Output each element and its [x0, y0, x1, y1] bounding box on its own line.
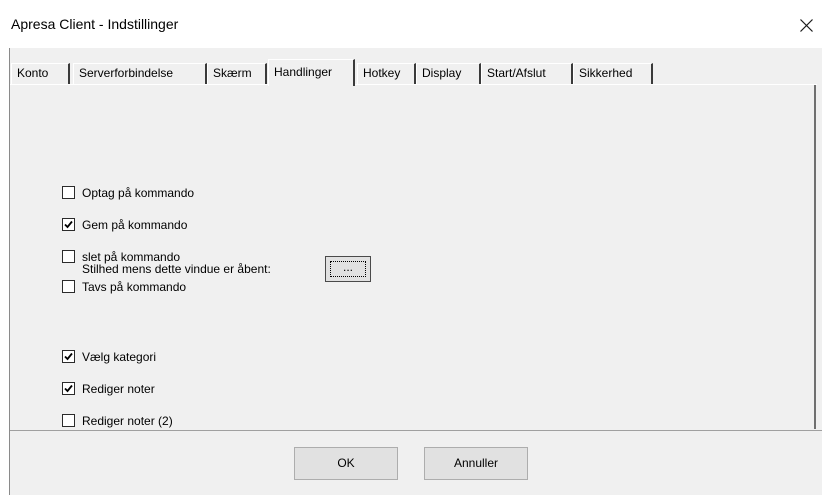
- checkbox[interactable]: [62, 250, 75, 263]
- handlinger-panel: Optag på kommando Gem på kommando slet p…: [10, 85, 816, 429]
- close-button[interactable]: [792, 10, 822, 40]
- silence-label: Stilhed mens dette vindue er åbent:: [82, 262, 271, 276]
- window-title: Apresa Client - Indstillinger: [11, 16, 179, 32]
- option-label: Rediger noter (2): [82, 414, 173, 428]
- tab-skaerm[interactable]: Skærm: [207, 63, 267, 84]
- tab-strip: Konto Serverforbindelse Skærm Handlinger…: [10, 59, 822, 86]
- focus-rectangle: [330, 261, 366, 277]
- ok-button[interactable]: OK: [294, 447, 398, 480]
- silence-browse-button[interactable]: ...: [325, 256, 371, 282]
- checkbox[interactable]: [62, 186, 75, 199]
- tab-sikkerhed[interactable]: Sikkerhed: [573, 63, 653, 84]
- tab-handlinger[interactable]: Handlinger: [268, 59, 355, 86]
- checkbox[interactable]: [62, 218, 75, 231]
- checkmark-icon: [64, 384, 73, 393]
- option-label: Rediger noter: [82, 382, 155, 396]
- title-bar: Apresa Client - Indstillinger: [0, 0, 822, 48]
- close-icon: [800, 19, 813, 32]
- settings-window: Apresa Client - Indstillinger Konto Serv…: [0, 0, 822, 495]
- option-label: Tavs på kommando: [82, 280, 187, 294]
- checkbox[interactable]: [62, 414, 75, 427]
- checkbox[interactable]: [62, 382, 75, 395]
- tab-start-afslut[interactable]: Start/Afslut: [481, 63, 573, 84]
- tab-hotkey[interactable]: Hotkey: [357, 63, 416, 84]
- cancel-button[interactable]: Annuller: [424, 447, 528, 480]
- tab-konto[interactable]: Konto: [11, 63, 70, 84]
- checkbox[interactable]: [62, 280, 75, 293]
- tab-display[interactable]: Display: [416, 63, 481, 84]
- dialog-client-area: Konto Serverforbindelse Skærm Handlinger…: [9, 48, 822, 495]
- tab-serverforbindelse[interactable]: Serverforbindelse: [73, 63, 207, 84]
- checkbox[interactable]: [62, 350, 75, 363]
- dialog-footer: OK Annuller: [10, 431, 822, 495]
- option-label: Gem på kommando: [82, 218, 188, 232]
- option-label: Optag på kommando: [82, 186, 195, 200]
- checkmark-icon: [64, 220, 73, 229]
- checkmark-icon: [64, 352, 73, 361]
- option-label: Vælg kategori: [82, 350, 157, 364]
